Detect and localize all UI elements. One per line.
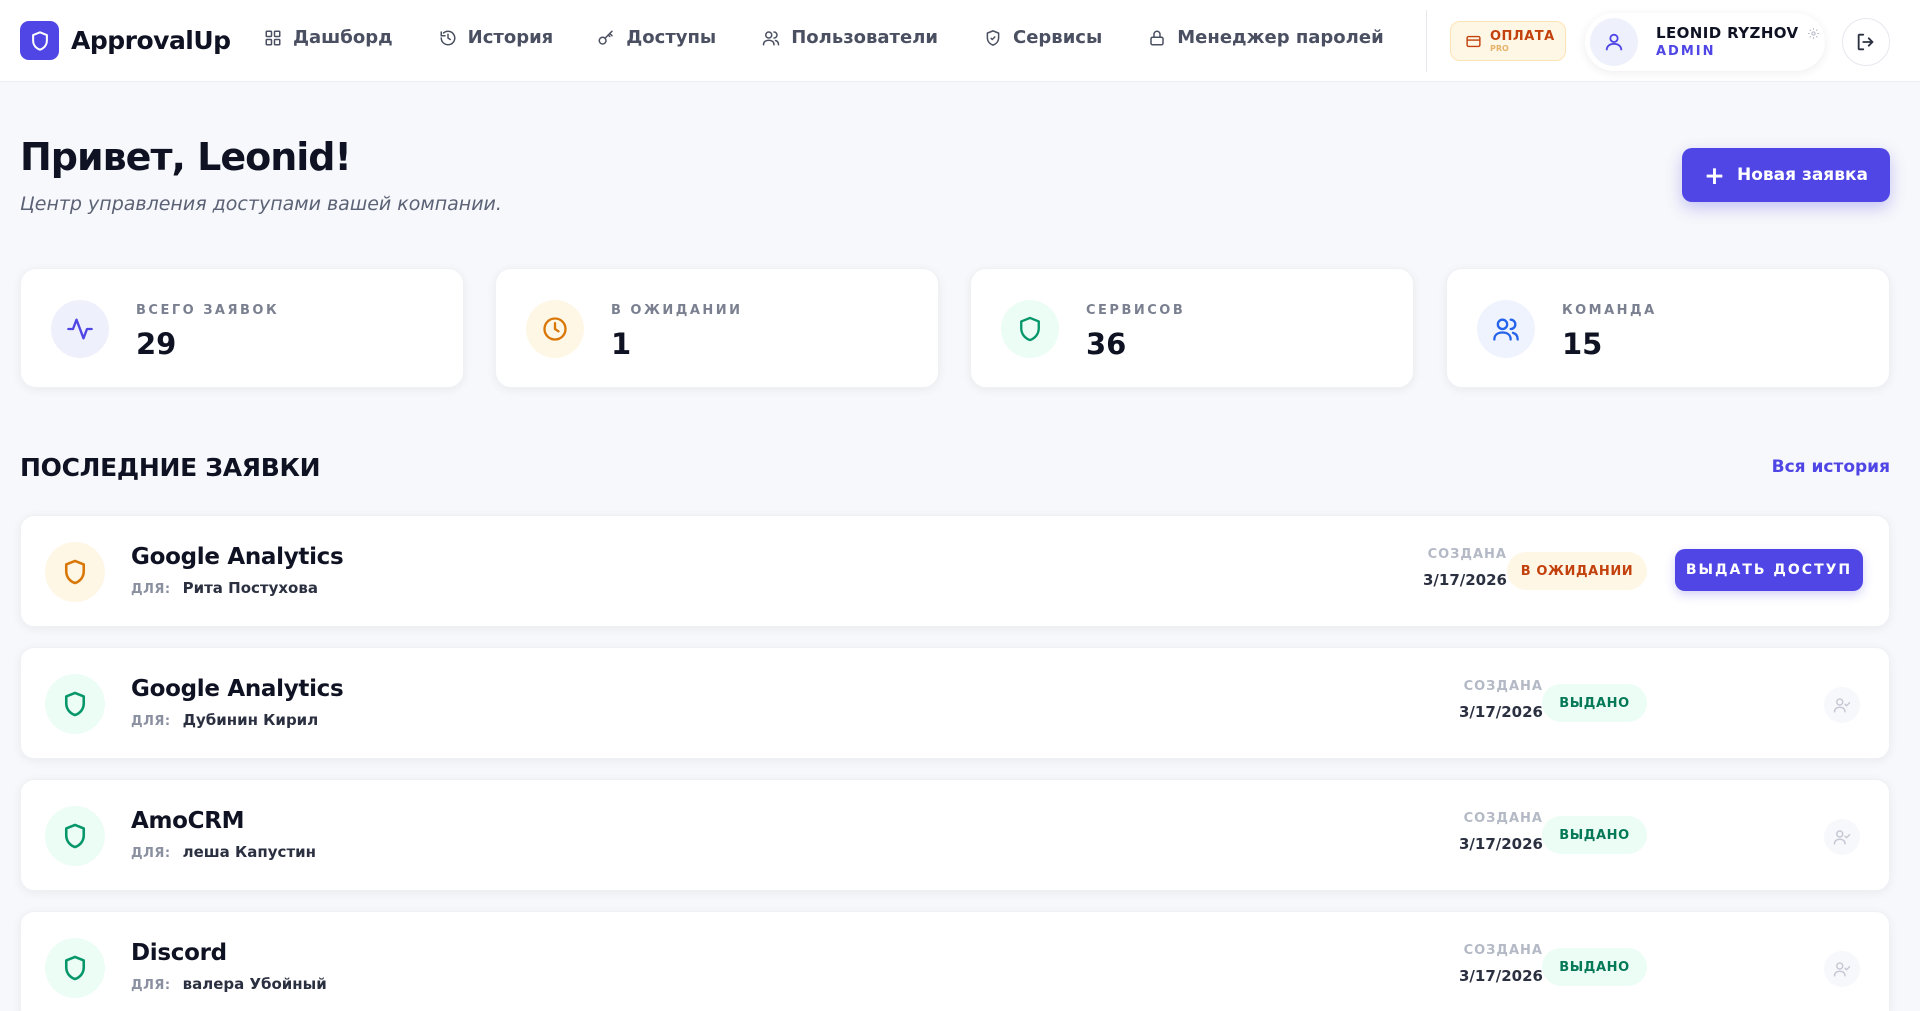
created-date: 3/17/2026	[1422, 571, 1507, 589]
nav-item-services[interactable]: Сервисы	[984, 27, 1102, 48]
created-label: СОЗДАНА	[1463, 811, 1543, 826]
history-icon	[440, 30, 456, 45]
for-label: ДЛЯ:	[131, 714, 171, 729]
page-subtitle: Центр управления доступами вашей компани…	[20, 193, 502, 215]
stat-card-pending: В ОЖИДАНИИ 1	[495, 268, 939, 388]
stat-label: КОМАНДА	[1562, 303, 1657, 318]
shield-icon	[1001, 300, 1059, 358]
app-name: ApprovalUp	[71, 26, 231, 55]
logout-button[interactable]	[1842, 18, 1890, 66]
service-name: Google Analytics	[131, 676, 344, 702]
status-badge: ВЫДАНО	[1542, 684, 1647, 722]
stat-value: 36	[1086, 327, 1127, 361]
for-user: Дубинин Кирил	[182, 711, 319, 729]
shield-icon	[45, 806, 105, 866]
nav-item-label: Доступы	[626, 27, 717, 48]
lock-icon	[1150, 30, 1165, 45]
key-icon	[598, 30, 613, 45]
service-name: AmoCRM	[131, 808, 245, 834]
nav-item-label: Пользователи	[791, 27, 938, 48]
stat-card-total: ВСЕГО ЗАЯВОК 29	[20, 268, 464, 388]
stat-value: 15	[1562, 327, 1603, 361]
nav-item-label: Сервисы	[1013, 27, 1103, 48]
for-label: ДЛЯ:	[131, 978, 171, 993]
for-user: Рита Постухова	[182, 579, 318, 597]
shield-icon	[45, 674, 105, 734]
stat-label: СЕРВИСОВ	[1086, 303, 1186, 318]
user-check-icon[interactable]	[1824, 951, 1860, 987]
payment-label: ОПЛАТА	[1490, 28, 1555, 44]
status-badge: ВЫДАНО	[1542, 816, 1647, 854]
nav-item-label: История	[467, 27, 554, 48]
created-date: 3/17/2026	[1458, 835, 1543, 853]
created-date: 3/17/2026	[1458, 967, 1543, 985]
nav-item-history[interactable]: История	[439, 27, 554, 48]
stat-value: 29	[136, 327, 177, 361]
user-role: ADMIN	[1656, 44, 1716, 59]
plus-icon: +	[1704, 160, 1725, 190]
payment-button[interactable]: ОПЛАТА PRO	[1450, 21, 1566, 61]
users-icon	[762, 30, 780, 45]
nav-item-label: Дашборд	[293, 27, 393, 48]
status-badge: В ОЖИДАНИИ	[1507, 552, 1647, 590]
header-divider	[1426, 10, 1427, 72]
stat-value: 1	[611, 327, 632, 361]
user-name: LEONID RYZHOV	[1656, 24, 1799, 42]
request-row: Discord ДЛЯ: валера Убойный СОЗДАНА 3/17…	[20, 911, 1890, 1011]
for-label: ДЛЯ:	[131, 582, 171, 597]
users-icon	[1477, 300, 1535, 358]
avatar	[1590, 18, 1638, 66]
stat-card-services: СЕРВИСОВ 36	[970, 268, 1414, 388]
for-user: леша Капустин	[182, 843, 317, 861]
shield-icon	[20, 21, 59, 60]
nav-item-access[interactable]: Доступы	[597, 27, 716, 48]
request-row: Google Analytics ДЛЯ: Дубинин Кирил СОЗД…	[20, 647, 1890, 759]
plan-label: PRO	[1490, 43, 1509, 53]
logout-icon	[1857, 33, 1874, 51]
nav-item-label: Менеджер паролей	[1177, 27, 1384, 48]
request-row: Google Analytics ДЛЯ: Рита Постухова СОЗ…	[20, 515, 1890, 627]
created-label: СОЗДАНА	[1463, 943, 1543, 958]
all-history-link[interactable]: Вся история	[1772, 457, 1890, 477]
new-request-button[interactable]: + Новая заявка	[1682, 148, 1890, 202]
created-label: СОЗДАНА	[1463, 679, 1543, 694]
user-check-icon[interactable]	[1824, 819, 1860, 855]
for-user: валера Убойный	[182, 975, 327, 993]
page-title: Привет, Leonid!	[20, 135, 352, 179]
nav-item-password-manager[interactable]: Менеджер паролей	[1148, 27, 1384, 48]
activity-icon	[51, 300, 109, 358]
main-nav: Дашборд История Доступы Пользователи Сер…	[264, 27, 1430, 48]
shield-icon	[986, 29, 1000, 46]
dashboard-icon	[265, 30, 281, 45]
for-label: ДЛЯ:	[131, 846, 171, 861]
shield-icon	[45, 938, 105, 998]
created-date: 3/17/2026	[1458, 703, 1543, 721]
stat-label: В ОЖИДАНИИ	[611, 303, 743, 318]
user-icon	[1605, 33, 1623, 51]
nav-item-users[interactable]: Пользователи	[762, 27, 938, 48]
nav-item-dashboard[interactable]: Дашборд	[264, 27, 393, 48]
created-label: СОЗДАНА	[1427, 547, 1507, 562]
section-title: ПОСЛЕДНИЕ ЗАЯВКИ	[20, 453, 321, 482]
clock-icon	[526, 300, 584, 358]
status-badge: ВЫДАНО	[1542, 948, 1647, 986]
user-menu[interactable]: LEONID RYZHOV ADMIN	[1585, 13, 1825, 71]
shield-icon	[45, 542, 105, 602]
stat-label: ВСЕГО ЗАЯВОК	[136, 303, 280, 318]
gear-icon[interactable]	[1807, 27, 1820, 40]
top-header: ApprovalUp Дашборд История Доступы Польз…	[0, 0, 1920, 82]
app-logo[interactable]: ApprovalUp	[20, 21, 231, 60]
user-check-icon[interactable]	[1824, 687, 1860, 723]
credit-card-icon	[1466, 35, 1481, 47]
stat-card-team: КОМАНДА 15	[1446, 268, 1890, 388]
service-name: Google Analytics	[131, 544, 344, 570]
request-row: AmoCRM ДЛЯ: леша Капустин СОЗДАНА 3/17/2…	[20, 779, 1890, 891]
service-name: Discord	[131, 940, 227, 966]
new-request-label: Новая заявка	[1736, 165, 1868, 185]
grant-access-button[interactable]: ВЫДАТЬ ДОСТУП	[1675, 549, 1863, 591]
